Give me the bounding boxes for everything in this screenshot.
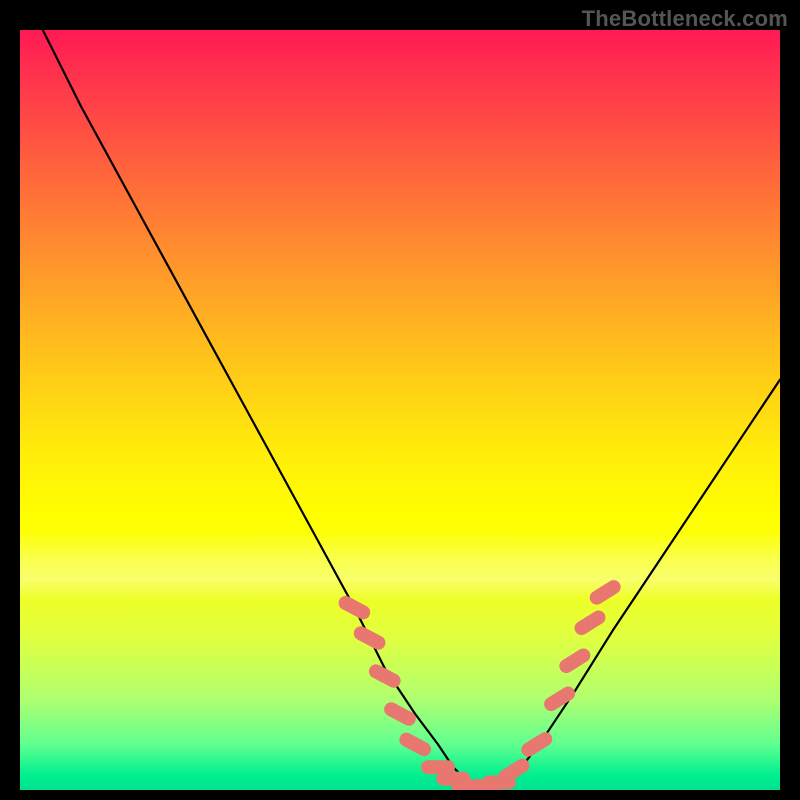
chart-container: TheBottleneck.com xyxy=(0,0,800,800)
marker-point xyxy=(572,608,608,638)
marker-point xyxy=(351,624,388,652)
marker-point xyxy=(336,593,373,621)
bottleneck-curve xyxy=(43,30,780,790)
marker-point xyxy=(541,684,577,714)
plot-area xyxy=(20,30,780,790)
marker-point xyxy=(382,700,419,728)
marker-point xyxy=(397,730,434,758)
marker-point xyxy=(587,577,623,607)
watermark-text: TheBottleneck.com xyxy=(582,6,788,32)
curve-svg xyxy=(20,30,780,790)
marker-point xyxy=(519,729,555,759)
